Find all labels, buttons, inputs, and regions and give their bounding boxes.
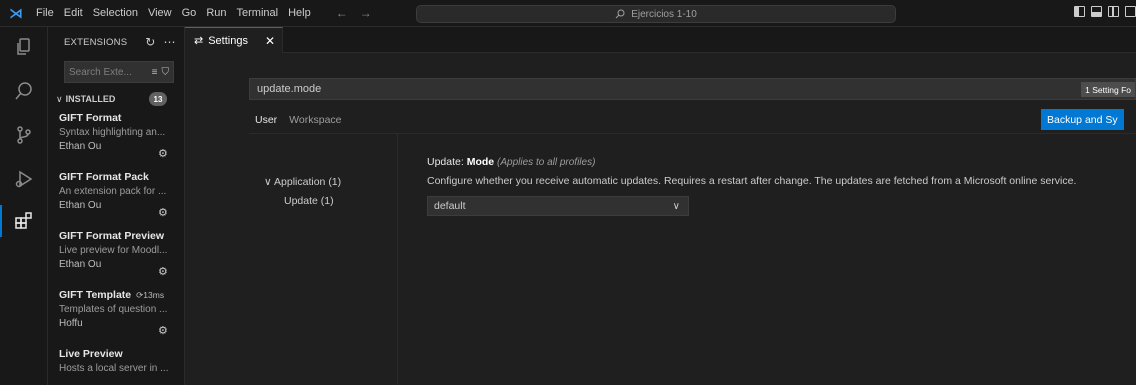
toc-application-label: Application (1): [274, 176, 342, 188]
menu-file[interactable]: File: [31, 7, 59, 19]
menu-help[interactable]: Help: [283, 7, 316, 19]
forward-arrow-icon[interactable]: →: [360, 6, 372, 20]
explorer-icon[interactable]: [0, 27, 48, 67]
settings-editor: update.mode 1 Setting Fo User Workspace …: [185, 53, 1136, 385]
close-icon[interactable]: ✕: [265, 34, 275, 48]
tab-user[interactable]: User: [255, 114, 277, 126]
tab-workspace[interactable]: Workspace: [289, 114, 341, 126]
extension-name: Live Preview: [59, 348, 123, 360]
scope-divider: [249, 133, 1136, 134]
setting-title: Update: Mode (Applies to all profiles): [427, 156, 1127, 168]
sidebar-actions: ↻ ⋯: [145, 35, 175, 49]
chevron-down-icon: ∨: [672, 200, 680, 212]
gear-icon[interactable]: ⚙: [158, 324, 168, 337]
settings-table-of-contents: ∨ Application (1) Update (1): [264, 176, 341, 207]
extension-description: Hosts a local server in ...: [59, 363, 169, 374]
toggle-panel-icon[interactable]: [1091, 6, 1102, 17]
menu-selection[interactable]: Selection: [88, 7, 143, 19]
update-mode-value: default: [434, 200, 466, 212]
installed-section-header[interactable]: ∨ INSTALLED 13: [48, 89, 184, 109]
extension-name: GIFT Format Pack: [59, 171, 149, 183]
vscode-logo-icon: ⋊: [9, 4, 23, 21]
tab-label: Settings: [208, 34, 248, 47]
menu-edit[interactable]: Edit: [59, 7, 88, 19]
command-center-text: Ejercicios 1-10: [631, 8, 697, 20]
title-bar: ⋊ File Edit Selection View Go Run Termin…: [0, 0, 1136, 27]
activity-bar: [0, 27, 48, 385]
run-debug-icon[interactable]: [0, 159, 48, 199]
extension-description: Syntax highlighting an...: [59, 127, 166, 138]
sidebar-title: EXTENSIONS: [64, 36, 128, 48]
extension-item[interactable]: Live Preview Hosts a local server in ...: [48, 345, 184, 385]
menu-terminal[interactable]: Terminal: [232, 7, 284, 19]
filter-icon[interactable]: ⛉: [162, 67, 170, 78]
setting-description: Configure whether you receive automatic …: [427, 175, 1077, 187]
extension-description: Live preview for Moodl...: [59, 245, 168, 256]
extensions-sidebar: EXTENSIONS ↻ ⋯ Search Exte... ≡ ⛉ ∨ INST…: [48, 27, 185, 385]
gear-icon[interactable]: ⚙: [158, 265, 168, 278]
menu-view[interactable]: View: [143, 7, 177, 19]
toc-divider: [397, 133, 398, 385]
search-icon: [615, 9, 625, 19]
extensions-search-placeholder: Search Exte...: [69, 66, 132, 78]
gear-icon[interactable]: ⚙: [158, 147, 168, 160]
settings-search-value: update.mode: [257, 83, 322, 95]
toc-item-application[interactable]: ∨ Application (1): [264, 176, 341, 188]
search-filters: ≡ ⛉: [152, 67, 169, 78]
extension-name: GIFT Template: [59, 289, 132, 301]
settings-tab-icon: ⇄: [194, 35, 204, 47]
menu-run[interactable]: Run: [201, 7, 231, 19]
back-arrow-icon[interactable]: ←: [336, 6, 348, 20]
chevron-down-icon: ∨: [56, 93, 63, 104]
activation-time-value: 13ms: [143, 289, 165, 300]
editor-tab-bar: ⇄ Settings ✕: [185, 27, 1136, 53]
extension-item[interactable]: GIFT Format Pack An extension pack for .…: [48, 168, 184, 227]
activation-time: ⟳13ms: [136, 290, 164, 301]
toc-item-update[interactable]: Update (1): [264, 195, 341, 207]
setting-update-mode: Update: Mode (Applies to all profiles) C…: [427, 156, 1127, 216]
extension-item[interactable]: GIFT Format Syntax highlighting an... Et…: [48, 109, 184, 168]
setting-scope-note: (Applies to all profiles): [497, 157, 596, 168]
sidebar-header: EXTENSIONS ↻ ⋯: [48, 27, 184, 57]
installed-count-badge: 13: [149, 92, 167, 106]
settings-scope-tabs: User Workspace: [255, 114, 342, 126]
clear-filter-icon[interactable]: ≡: [152, 67, 158, 78]
layout-controls: [1074, 6, 1136, 17]
toggle-primary-sidebar-icon[interactable]: [1074, 6, 1085, 17]
menu-go[interactable]: Go: [177, 7, 202, 19]
setting-category: Update:: [427, 156, 464, 168]
settings-count-badge: 1 Setting Fo: [1081, 82, 1135, 97]
extension-name: GIFT Format: [59, 112, 122, 124]
installed-label: INSTALLED: [65, 94, 116, 104]
update-mode-select[interactable]: default ∨: [427, 196, 689, 216]
navigation-arrows: ← →: [336, 6, 372, 20]
toggle-secondary-sidebar-icon[interactable]: [1108, 6, 1119, 17]
setting-name: Mode: [466, 156, 495, 168]
gear-icon[interactable]: ⚙: [158, 206, 168, 219]
refresh-icon[interactable]: ↻: [145, 35, 155, 49]
backup-and-sync-button[interactable]: Backup and Sy: [1041, 109, 1124, 130]
settings-search-input[interactable]: update.mode 1 Setting Fo: [249, 78, 1136, 100]
source-control-icon[interactable]: [0, 115, 48, 155]
command-center[interactable]: Ejercicios 1-10: [416, 5, 896, 23]
extension-item[interactable]: GIFT Template ⟳13ms Templates of questio…: [48, 286, 184, 345]
chevron-down-icon: ∨: [264, 176, 272, 188]
extension-name: GIFT Format Preview: [59, 230, 165, 242]
extension-description: An extension pack for ...: [59, 186, 167, 197]
extension-item[interactable]: GIFT Format Preview Live preview for Moo…: [48, 227, 184, 286]
extensions-icon[interactable]: [0, 201, 48, 241]
search-icon[interactable]: [0, 71, 48, 111]
extensions-search-input[interactable]: Search Exte... ≡ ⛉: [64, 61, 174, 83]
customize-layout-icon[interactable]: [1125, 6, 1136, 17]
more-actions-icon[interactable]: ⋯: [164, 35, 176, 49]
extension-description: Templates of question ...: [59, 304, 168, 315]
tab-settings[interactable]: ⇄ Settings ✕: [185, 27, 283, 53]
